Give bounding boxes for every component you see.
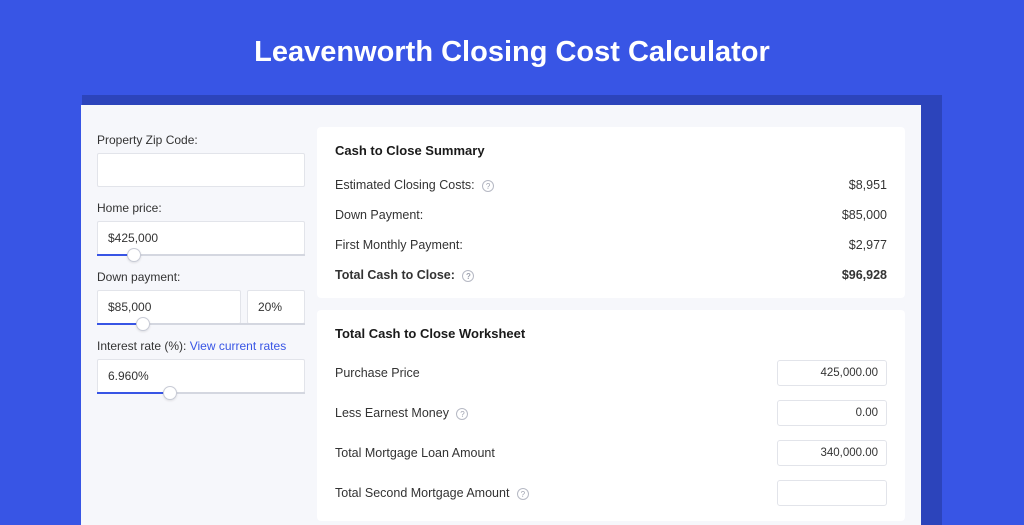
worksheet-row-input[interactable]	[777, 400, 887, 426]
summary-row-value: $2,977	[849, 238, 887, 252]
summary-row: First Monthly Payment: $2,977	[335, 230, 887, 260]
help-icon[interactable]: ?	[517, 488, 529, 500]
home-price-label: Home price:	[97, 201, 305, 215]
worksheet-card: Total Cash to Close Worksheet Purchase P…	[317, 310, 905, 521]
interest-rate-input[interactable]	[97, 359, 305, 393]
summary-heading: Cash to Close Summary	[335, 143, 887, 158]
zip-input[interactable]	[97, 153, 305, 187]
help-icon[interactable]: ?	[462, 270, 474, 282]
worksheet-row-label: Total Second Mortgage Amount ?	[335, 486, 529, 500]
calculator-panel: Property Zip Code: Home price: Down paym…	[81, 105, 921, 525]
worksheet-row-input[interactable]	[777, 360, 887, 386]
slider-thumb[interactable]	[163, 386, 177, 400]
zip-label: Property Zip Code:	[97, 133, 305, 147]
worksheet-row: Purchase Price	[335, 353, 887, 393]
worksheet-heading: Total Cash to Close Worksheet	[335, 326, 887, 341]
worksheet-row-input[interactable]	[777, 440, 887, 466]
label-text: Total Second Mortgage Amount	[335, 486, 509, 500]
calculator-shadow: Property Zip Code: Home price: Down paym…	[82, 95, 942, 525]
label-text: Total Cash to Close:	[335, 268, 455, 282]
summary-total-row: Total Cash to Close: ? $96,928	[335, 260, 887, 290]
summary-card: Cash to Close Summary Estimated Closing …	[317, 127, 905, 298]
summary-row: Estimated Closing Costs: ? $8,951	[335, 170, 887, 200]
interest-rate-slider[interactable]	[97, 392, 305, 394]
view-rates-link[interactable]: View current rates	[190, 339, 287, 353]
interest-rate-label-text: Interest rate (%):	[97, 339, 190, 353]
label-text: Estimated Closing Costs:	[335, 178, 475, 192]
down-payment-pct-input[interactable]	[247, 290, 305, 324]
help-icon[interactable]: ?	[456, 408, 468, 420]
summary-total-value: $96,928	[842, 268, 887, 282]
down-payment-slider[interactable]	[97, 323, 305, 325]
worksheet-row: Total Second Mortgage Amount ?	[335, 473, 887, 513]
label-text: Less Earnest Money	[335, 406, 449, 420]
worksheet-row-label: Purchase Price	[335, 366, 420, 380]
help-icon[interactable]: ?	[482, 180, 494, 192]
worksheet-row-input[interactable]	[777, 480, 887, 506]
main-column: Cash to Close Summary Estimated Closing …	[317, 127, 905, 525]
worksheet-row-label: Total Mortgage Loan Amount	[335, 446, 495, 460]
sidebar: Property Zip Code: Home price: Down paym…	[97, 127, 317, 525]
summary-row: Down Payment: $85,000	[335, 200, 887, 230]
summary-row-label: First Monthly Payment:	[335, 238, 463, 252]
summary-row-value: $85,000	[842, 208, 887, 222]
interest-rate-label: Interest rate (%): View current rates	[97, 339, 305, 353]
down-payment-label: Down payment:	[97, 270, 305, 284]
worksheet-row: Total Mortgage Loan Amount	[335, 433, 887, 473]
summary-row-label: Estimated Closing Costs: ?	[335, 178, 494, 192]
slider-thumb[interactable]	[127, 248, 141, 262]
down-payment-input[interactable]	[97, 290, 241, 324]
summary-row-label: Down Payment:	[335, 208, 423, 222]
slider-fill	[97, 392, 170, 394]
page-title: Leavenworth Closing Cost Calculator	[0, 0, 1024, 95]
home-price-slider[interactable]	[97, 254, 305, 256]
summary-row-value: $8,951	[849, 178, 887, 192]
worksheet-row-label: Less Earnest Money ?	[335, 406, 468, 420]
summary-total-label: Total Cash to Close: ?	[335, 268, 474, 282]
worksheet-row: Less Earnest Money ?	[335, 393, 887, 433]
slider-thumb[interactable]	[136, 317, 150, 331]
